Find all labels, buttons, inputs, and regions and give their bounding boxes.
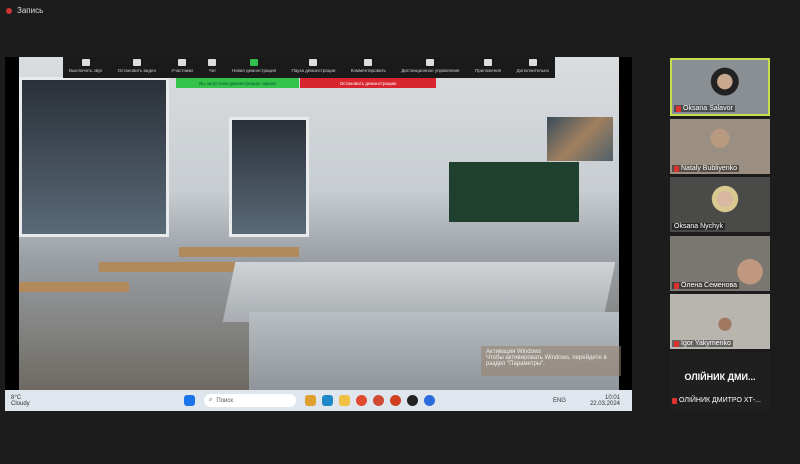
muted-mic-icon [674, 340, 679, 347]
name-text: ОЛІЙНИК ДМИТРО ХТ-... [679, 397, 761, 404]
mute-button[interactable]: Выключить звук [69, 57, 102, 78]
chat-icon [208, 59, 217, 66]
participants-icon [178, 59, 187, 66]
more-icon [528, 59, 537, 66]
microphone-icon [81, 59, 90, 66]
name-text: Oksana Salavor [683, 105, 733, 112]
label: Выключить звук [69, 68, 103, 73]
weather-text: Cloudy [11, 400, 30, 407]
label: Новая демонстрация [231, 68, 277, 73]
zoom-toolbar: Выключить звук Остановить видео Участник… [63, 57, 555, 78]
muted-mic-icon [674, 282, 679, 289]
participant-tile[interactable]: Nataly Bubliyenko [670, 119, 770, 174]
participant-name: Олена Семенова [672, 282, 739, 289]
label: Пауза демонстрации [291, 68, 336, 73]
search-placeholder: Поиск [216, 397, 234, 404]
classroom-image: Активация Windows Чтобы активировать Wind… [19, 57, 621, 390]
name-text: Олена Семенова [681, 282, 737, 289]
taskbar-search[interactable]: ⌕ Поиск [204, 394, 296, 407]
new-share-button[interactable]: Новая демонстрация [232, 57, 276, 78]
muted-mic-icon [672, 397, 677, 404]
sharing-banner: Вы запустили демонстрацию экрана [176, 78, 299, 88]
share-screen-icon [249, 59, 258, 66]
apps-icon [484, 59, 493, 66]
participant-tile[interactable]: Oksana Nychyk [670, 177, 770, 232]
label: Комментировать [350, 68, 386, 73]
more-button[interactable]: Дополнительно [517, 57, 549, 78]
media-player-icon[interactable] [407, 395, 418, 406]
window [229, 117, 309, 237]
label: Приложения [474, 68, 502, 73]
annotate-button[interactable]: Комментировать [351, 57, 386, 78]
date: 22.03.2024 [589, 400, 620, 407]
search-icon: ⌕ [209, 397, 213, 403]
copilot-icon[interactable] [305, 395, 316, 406]
record-icon [6, 7, 12, 14]
start-icon[interactable] [184, 395, 195, 406]
pause-share-button[interactable]: Пауза демонстрации [291, 57, 335, 78]
blackboard [449, 162, 579, 222]
edge-icon[interactable] [322, 395, 333, 406]
windows-activation-watermark: Активация Windows Чтобы активировать Wind… [481, 346, 621, 376]
desk [179, 247, 299, 257]
muted-mic-icon [676, 105, 681, 112]
windows-taskbar: 8°C Cloudy ⌕ Поиск ENG 10:01 22.03.2024 [5, 390, 632, 411]
pen-icon [364, 59, 373, 66]
stop-share-button[interactable]: Остановить демонстрацию [300, 78, 436, 88]
remote-control-icon [426, 59, 435, 66]
label: Дополнительно [516, 68, 549, 73]
chrome-icon[interactable] [356, 395, 367, 406]
desk [99, 262, 239, 272]
file-explorer-icon[interactable] [339, 395, 350, 406]
name-text: Igor Yakymenko [681, 340, 731, 347]
muted-mic-icon [674, 165, 679, 172]
participant-display-name: ОЛІЙНИК ДМИ... [684, 372, 756, 382]
shared-screen: Активация Windows Чтобы активировать Wind… [5, 57, 632, 411]
chrome-icon[interactable] [373, 395, 384, 406]
participant-name: ОЛІЙНИК ДМИТРО ХТ-... [672, 397, 761, 404]
remote-control-button[interactable]: Дистанционное управление [401, 57, 459, 78]
participants-button[interactable]: Участники [171, 57, 193, 78]
watermark-text: Чтобы активировать Windows, перейдите в … [486, 355, 607, 367]
apps-button[interactable]: Приложения [475, 57, 501, 78]
zoom-icon[interactable] [424, 395, 435, 406]
participant-name: Nataly Bubliyenko [672, 165, 740, 172]
participant-tile[interactable]: Igor Yakymenko [670, 294, 770, 349]
name-text: Nataly Bubliyenko [681, 165, 738, 172]
label: Дистанционное управление [401, 68, 460, 73]
participant-tile[interactable]: Олена Семенова [670, 236, 770, 291]
label: Чат [208, 68, 217, 73]
clock[interactable]: 10:01 22.03.2024 [590, 395, 620, 407]
participant-tile[interactable]: Oksana Salavor [670, 58, 770, 116]
participant-name: Oksana Nychyk [672, 223, 726, 230]
label: Участники [171, 68, 193, 73]
name-text: Oksana Nychyk [674, 223, 724, 230]
window [19, 77, 169, 237]
recording-label: Запись [17, 6, 44, 15]
powerpoint-icon[interactable] [390, 395, 401, 406]
recording-indicator[interactable]: Запись [6, 6, 43, 15]
desk [19, 282, 129, 292]
participant-name: Igor Yakymenko [672, 340, 733, 347]
weather-widget[interactable]: 8°C Cloudy [11, 395, 181, 407]
participant-name: Oksana Salavor [674, 105, 735, 112]
language-indicator[interactable]: ENG [553, 398, 566, 404]
chat-button[interactable]: Чат [208, 57, 217, 78]
stop-video-button[interactable]: Остановить видео [118, 57, 156, 78]
pause-icon [309, 59, 318, 66]
painting [547, 117, 613, 161]
video-camera-icon [132, 59, 141, 66]
label: Остановить видео [117, 68, 157, 73]
